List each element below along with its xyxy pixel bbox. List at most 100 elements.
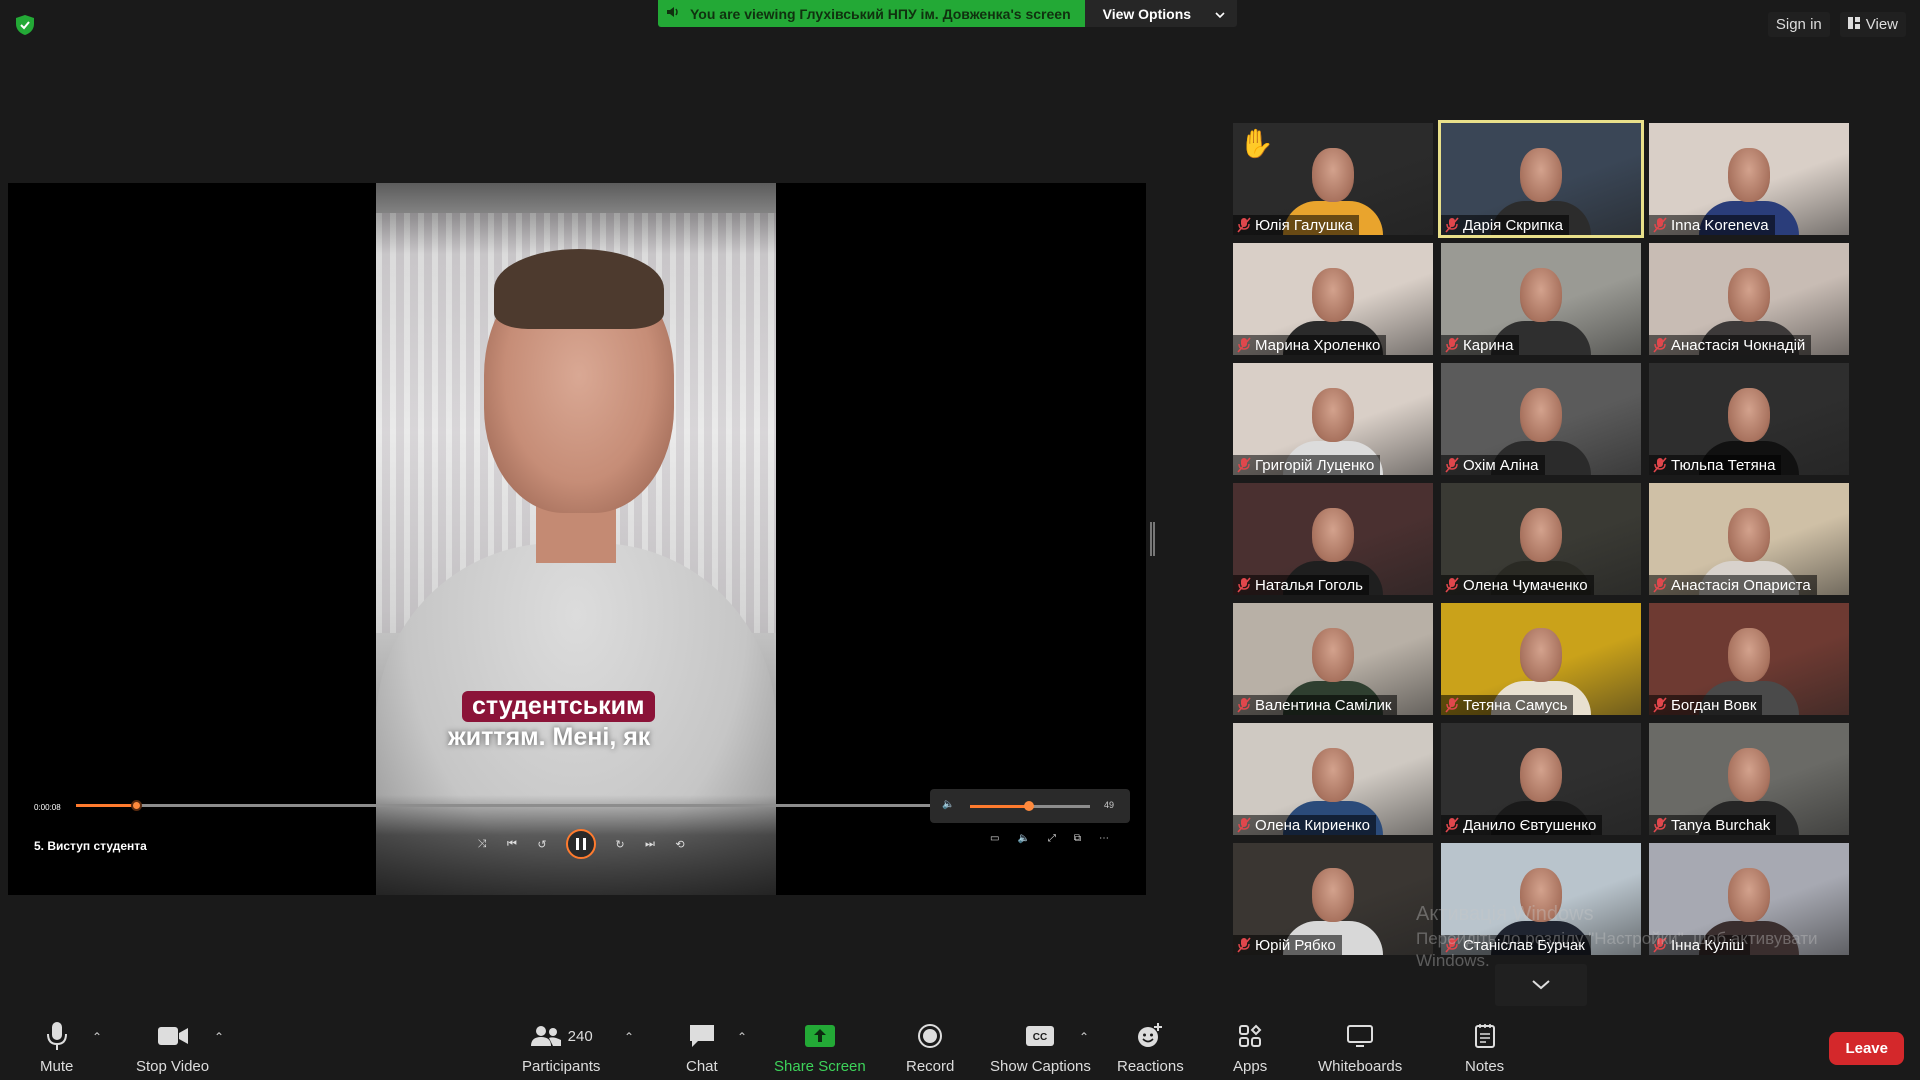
chevron-down-icon (1532, 980, 1550, 990)
muted-microphone-icon (1237, 457, 1251, 473)
record-button[interactable]: Record (906, 1020, 954, 1075)
muted-microphone-icon (1445, 217, 1459, 233)
muted-microphone-icon (1653, 577, 1667, 593)
leave-button[interactable]: Leave (1829, 1032, 1904, 1065)
participant-face (1520, 507, 1562, 562)
encryption-shield-icon[interactable] (14, 14, 36, 36)
chat-button[interactable]: Chat (686, 1020, 718, 1075)
whiteboards-label: Whiteboards (1318, 1058, 1403, 1075)
whiteboards-button[interactable]: Whiteboards (1318, 1020, 1402, 1075)
muted-microphone-icon (1237, 697, 1251, 713)
participant-name-bar: Юрій Рябко (1233, 935, 1342, 955)
sign-in-button[interactable]: Sign in (1767, 12, 1830, 37)
participant-name: Дарія Скрипка (1463, 216, 1563, 234)
participant-tile[interactable]: Тюльпа Тетяна (1649, 363, 1849, 475)
subtitles-icon[interactable]: ▭ (990, 833, 999, 844)
mute-button[interactable]: Mute (40, 1020, 73, 1075)
participant-tile[interactable]: Григорій Луценко (1233, 363, 1433, 475)
participant-tile[interactable]: Марина Хроленко (1233, 243, 1433, 355)
participant-tile[interactable]: Валентина Самілик (1233, 603, 1433, 715)
more-options-icon[interactable]: ⋯ (1099, 833, 1109, 844)
participants-button[interactable]: 240 Participants (522, 1020, 600, 1075)
top-right-controls: Sign in View (1767, 12, 1906, 37)
mini-player-icon[interactable]: ⧉ (1074, 833, 1081, 844)
apps-button[interactable]: Apps (1233, 1020, 1267, 1075)
next-track-icon[interactable]: ⏭ (644, 838, 656, 851)
participant-gallery: ✋ Юлія Галушка Дарія Скрипка Inna Koreneva М… (1233, 120, 1849, 955)
participant-face (1520, 747, 1562, 802)
resize-splitter[interactable] (1150, 522, 1155, 556)
muted-microphone-icon (1653, 217, 1667, 233)
muted-microphone-icon (1237, 217, 1251, 233)
audio-options-caret[interactable]: ⌃ (92, 1030, 102, 1044)
participant-name-bar: Наталья Гоголь (1233, 575, 1369, 595)
participant-name-bar: Анастасія Опариста (1649, 575, 1817, 595)
stop-video-button[interactable]: Stop Video (136, 1020, 209, 1075)
participant-tile[interactable]: Олена Кириенко (1233, 723, 1433, 835)
volume-value: 49 (1104, 800, 1115, 810)
chat-icon (688, 1020, 716, 1052)
rewind-icon[interactable]: ↺ (536, 838, 548, 851)
participant-tile[interactable]: Охім Аліна (1441, 363, 1641, 475)
volume-popup: 🔈 49 (930, 789, 1130, 823)
participant-tile[interactable]: Анастасія Опариста (1649, 483, 1849, 595)
previous-track-icon[interactable]: ⏮ (506, 838, 518, 851)
shared-video-frame: студентським життям. Мені, як (376, 183, 776, 895)
participant-tile[interactable]: Олена Чумаченко (1441, 483, 1641, 595)
share-notice-text: You are viewing Глухівський НПУ ім. Довж… (690, 5, 1071, 22)
volume-icon[interactable]: 🔈 (942, 799, 954, 810)
fast-forward-icon[interactable]: ↻ (614, 838, 626, 851)
participant-tile[interactable]: Анастасія Чокнадій (1649, 243, 1849, 355)
participant-tile[interactable]: Дарія Скрипка (1438, 120, 1644, 238)
pause-button[interactable] (566, 829, 596, 859)
gallery-collapse-button[interactable] (1495, 964, 1587, 1006)
participant-tile[interactable]: Богдан Вовк (1649, 603, 1849, 715)
video-person-hair (494, 249, 664, 329)
watermark-line-1: Активація Windows (1416, 903, 1594, 925)
captions-options-caret[interactable]: ⌃ (1079, 1030, 1089, 1044)
volume-slider-handle[interactable] (1023, 801, 1034, 811)
participant-face (1312, 267, 1354, 322)
participant-tile[interactable]: Тетяна Самусь (1441, 603, 1641, 715)
participant-tile[interactable]: Tanya Burchak (1649, 723, 1849, 835)
notes-button[interactable]: Notes (1465, 1020, 1504, 1075)
participant-face (1728, 267, 1770, 322)
view-button[interactable]: View (1839, 12, 1906, 37)
participant-tile[interactable]: ✋ Юлія Галушка (1233, 123, 1433, 235)
video-options-caret[interactable]: ⌃ (214, 1030, 224, 1044)
screen-share-banner: You are viewing Глухівський НПУ ім. Довж… (658, 0, 1238, 27)
participant-face (1728, 627, 1770, 682)
participant-tile[interactable]: Карина (1441, 243, 1641, 355)
reactions-label: Reactions (1117, 1058, 1184, 1075)
shuffle-icon[interactable]: ⤨ (476, 838, 488, 851)
participants-icon-group: 240 (530, 1020, 593, 1052)
participant-name-bar: Олена Кириенко (1233, 815, 1376, 835)
participant-tile[interactable]: Данило Євтушенко (1441, 723, 1641, 835)
muted-microphone-icon (1445, 817, 1459, 833)
shared-screen[interactable]: студентським життям. Мені, як 0:00:08 🔈 … (8, 183, 1146, 895)
chat-options-caret[interactable]: ⌃ (737, 1030, 747, 1044)
repeat-icon[interactable]: ⟲ (674, 838, 686, 851)
participant-tile[interactable]: Наталья Гоголь (1233, 483, 1433, 595)
reactions-button[interactable]: Reactions (1117, 1020, 1184, 1075)
share-screen-button[interactable]: Share Screen (774, 1020, 866, 1075)
participant-tile[interactable]: Inna Koreneva (1649, 123, 1849, 235)
grid-view-icon (1847, 16, 1860, 33)
seek-bar[interactable] (76, 800, 936, 811)
watermark-line-2: Перейдіть до розділу "Настройки", щоб ак… (1416, 929, 1818, 948)
muted-microphone-icon (1237, 337, 1251, 353)
expand-icon[interactable]: ⤢ (1048, 833, 1056, 844)
participants-options-caret[interactable]: ⌃ (624, 1030, 634, 1044)
audio-icon[interactable]: 🔈 (1017, 833, 1029, 844)
muted-microphone-icon (1445, 697, 1459, 713)
notes-icon (1474, 1020, 1496, 1052)
show-captions-button[interactable]: CC Show Captions (990, 1020, 1091, 1075)
apps-label: Apps (1233, 1058, 1268, 1075)
participant-tile[interactable]: Юрій Рябко (1233, 843, 1433, 955)
participant-face (1312, 147, 1354, 202)
participant-face (1312, 387, 1354, 442)
participant-name: Валентина Самілик (1255, 696, 1392, 714)
view-options-button[interactable]: View Options (1084, 0, 1238, 27)
participant-name: Inna Koreneva (1671, 216, 1769, 234)
volume-slider[interactable] (970, 801, 1090, 811)
